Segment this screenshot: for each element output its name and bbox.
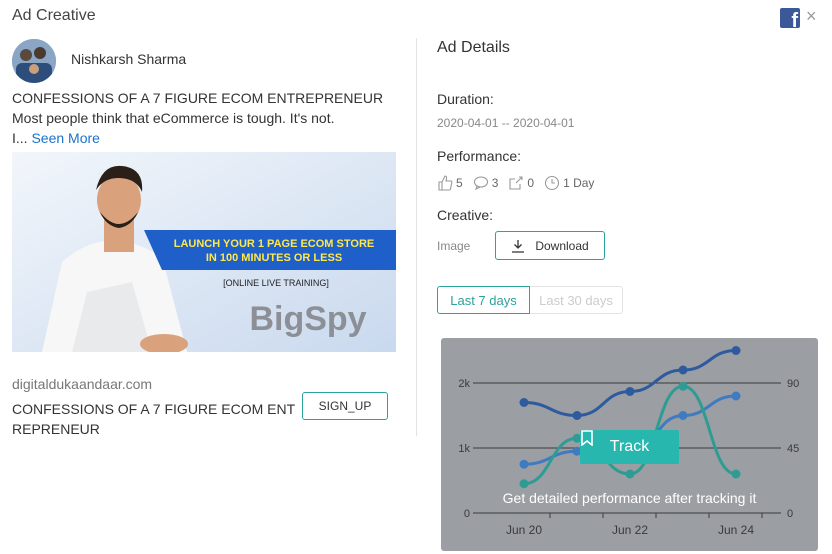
share-icon — [509, 176, 523, 190]
clock-icon — [545, 175, 560, 191]
banner-brand: BigSpy — [249, 300, 366, 338]
y-right-tick-label: 0 — [787, 508, 793, 520]
avatar — [12, 39, 56, 83]
performance-stats: 5 3 0 1 Day — [437, 173, 604, 193]
shares-count: 0 — [527, 176, 535, 190]
track-label: Track — [609, 438, 650, 455]
banner-line-2: IN 100 MINUTES OR LESS — [206, 252, 342, 264]
likes-count: 5 — [456, 176, 463, 190]
sign-up-button[interactable]: SIGN_UP — [302, 392, 388, 420]
performance-label: Performance: — [437, 148, 522, 164]
download-icon — [512, 239, 525, 253]
tab-last-30-days[interactable]: Last 30 days — [530, 286, 623, 314]
author-name: Nishkarsh Sharma — [71, 51, 187, 67]
y-left-tick-label: 1k — [458, 443, 470, 455]
ad-headline: CONFESSIONS OF A 7 FIGURE ECOM ENTREPREN… — [12, 90, 384, 106]
ad-body-text: Most people think that eCommerce is toug… — [12, 110, 335, 126]
series-point — [519, 479, 529, 489]
shares-stat: 0 — [508, 175, 534, 191]
creative-type: Image — [437, 239, 471, 253]
ad-domain: digitaldukaandaar.com — [12, 376, 153, 392]
x-tick-label: Jun 20 — [506, 523, 542, 537]
y-right-tick-label: 45 — [787, 443, 799, 455]
banner-subtext: [ONLINE LIVE TRAINING] — [223, 278, 329, 288]
x-tick-label: Jun 24 — [718, 523, 754, 537]
y-left-tick-label: 0 — [464, 508, 470, 520]
y-right-tick-label: 90 — [787, 378, 799, 390]
thumbs-up-icon — [438, 175, 453, 191]
y-left-tick-label: 2k — [458, 378, 470, 390]
track-button[interactable]: Track — [580, 430, 679, 464]
tab-last-7-days[interactable]: Last 7 days — [437, 286, 530, 314]
ad-details-title: Ad Details — [437, 39, 510, 56]
series-point — [731, 469, 741, 479]
series-point — [731, 391, 741, 401]
creative-label: Creative: — [437, 207, 494, 223]
modal-title: Ad Creative — [12, 7, 96, 24]
duration-label: Duration: — [437, 91, 494, 107]
series-point — [519, 398, 529, 407]
panel-divider — [416, 38, 417, 436]
comments-count: 3 — [491, 176, 499, 190]
ad-body-ellipsis: I... — [12, 130, 28, 146]
track-note: Get detailed performance after tracking … — [502, 490, 757, 506]
series-point — [678, 381, 688, 391]
download-label: Download — [535, 238, 589, 253]
comment-icon — [473, 176, 488, 191]
days-stat: 1 Day — [544, 175, 594, 191]
bookmark-icon — [581, 430, 593, 446]
series-point — [625, 386, 635, 396]
series-point — [731, 346, 741, 355]
facebook-icon: f — [780, 8, 800, 28]
series-point — [678, 411, 688, 420]
close-icon[interactable]: × — [806, 7, 817, 25]
days-count: 1 Day — [563, 176, 595, 190]
ad-body: CONFESSIONS OF A 7 FIGURE ECOM ENTREPREN… — [12, 88, 384, 148]
download-button[interactable]: Download — [495, 231, 605, 260]
x-tick-label: Jun 22 — [612, 523, 648, 537]
series-point — [519, 459, 529, 469]
comments-stat: 3 — [473, 175, 499, 191]
series-point — [625, 469, 635, 479]
duration-value: 2020-04-01 -- 2020-04-01 — [437, 116, 575, 130]
series-point — [678, 365, 688, 375]
seen-more-link[interactable]: Seen More — [31, 130, 99, 146]
cta-title: CONFESSIONS OF A 7 FIGURE ECOM ENTREPREN… — [12, 401, 296, 437]
performance-chart: 0 0 1k 45 2k 90 Jun 20 Jun 22 Jun 24 Track Get d… — [441, 338, 818, 551]
series-point — [572, 411, 582, 420]
banner-line-1: LAUNCH YOUR 1 PAGE ECOM STORE — [174, 238, 374, 250]
likes-stat: 5 — [437, 175, 463, 191]
ad-creative-image: LAUNCH YOUR 1 PAGE ECOM STORE IN 100 MIN… — [12, 152, 396, 352]
